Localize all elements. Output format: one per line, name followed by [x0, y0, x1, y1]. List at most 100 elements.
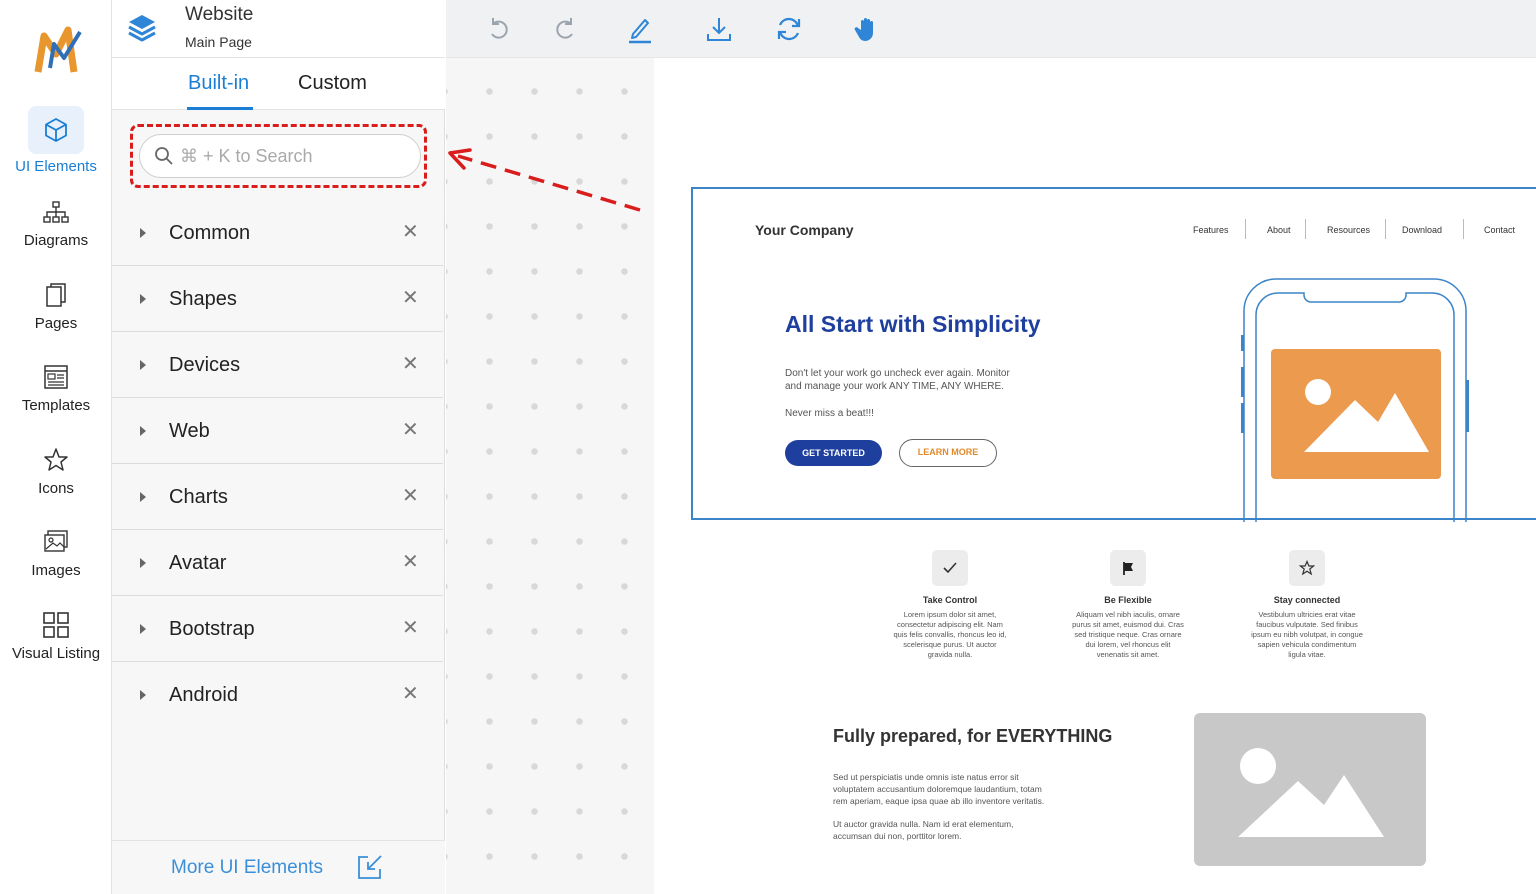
rail-label: Templates — [21, 397, 91, 414]
rail-item-pages[interactable]: Pages — [0, 281, 112, 332]
left-rail: UI Elements Diagrams Pages Templates Ico… — [0, 0, 112, 894]
mock-feature-stay-connected: Stay connected Vestibulum ultricies erat… — [1247, 550, 1367, 660]
mock-nav-item[interactable]: Features — [1193, 225, 1229, 235]
mock-get-started-button[interactable]: GET STARTED — [785, 440, 882, 466]
category-label: Shapes — [169, 288, 237, 310]
category-shapes[interactable]: Shapes ✕ — [112, 266, 443, 332]
sitemap-icon — [43, 201, 69, 223]
close-icon[interactable]: ✕ — [402, 288, 419, 308]
search-input[interactable] — [180, 143, 410, 169]
mock-brand: Your Company — [755, 222, 854, 238]
feature-title: Stay connected — [1273, 595, 1341, 605]
mock-section-paragraph: Sed ut perspiciatis unde omnis iste natu… — [833, 772, 1045, 806]
category-charts[interactable]: Charts ✕ — [112, 464, 443, 530]
feature-text: Aliquam vel nibh iaculis, ornare purus si… — [1072, 610, 1184, 659]
category-label: Charts — [169, 486, 228, 508]
close-icon[interactable]: ✕ — [402, 618, 419, 638]
download-icon[interactable] — [704, 14, 734, 44]
rail-item-visual-listing[interactable]: Visual Listing — [0, 611, 112, 662]
category-bootstrap[interactable]: Bootstrap ✕ — [112, 596, 443, 662]
rail-item-icons[interactable]: Icons — [0, 446, 112, 497]
star-outline-icon — [1289, 550, 1325, 586]
mock-nav-item[interactable]: Resources — [1327, 225, 1370, 235]
category-android[interactable]: Android ✕ — [112, 662, 443, 728]
category-avatar[interactable]: Avatar ✕ — [112, 530, 443, 596]
category-label: Devices — [169, 354, 241, 376]
template-icon — [44, 365, 68, 389]
undo-icon[interactable] — [484, 14, 514, 44]
mock-hero-section[interactable]: Your Company Features About Resources Do… — [691, 187, 1536, 522]
rail-item-diagrams[interactable]: Diagrams — [0, 198, 112, 249]
app-logo[interactable] — [34, 24, 88, 76]
panel-footer: More UI Elements — [112, 840, 445, 894]
mock-nav-item[interactable]: Contact — [1484, 225, 1515, 235]
expand-caret-icon — [140, 426, 146, 436]
mock-hero-text: Don't let your work go uncheck ever agai… — [785, 368, 1010, 379]
category-web[interactable]: Web ✕ — [112, 398, 443, 464]
expand-caret-icon — [140, 360, 146, 370]
feature-title: Be Flexible — [1104, 595, 1152, 605]
flag-icon — [1110, 550, 1146, 586]
annotation-arrow — [448, 148, 641, 212]
star-icon — [44, 448, 68, 471]
category-common[interactable]: Common ✕ — [112, 200, 443, 266]
mock-hero-text: Never miss a beat!!! — [785, 408, 874, 419]
rail-item-ui-elements[interactable]: UI Elements — [0, 106, 112, 175]
close-icon[interactable]: ✕ — [402, 486, 419, 506]
expand-caret-icon — [140, 558, 146, 568]
rail-label: Icons — [38, 480, 74, 497]
elements-panel: Website Main Page Built-in Custom Common… — [112, 0, 445, 894]
rail-label: Visual Listing — [11, 645, 101, 662]
close-icon[interactable]: ✕ — [402, 420, 419, 440]
cube-icon — [45, 118, 67, 142]
search-highlight — [130, 124, 427, 188]
mock-section-title: Fully prepared, for EVERYTHING — [833, 726, 1113, 746]
rail-item-images[interactable]: Images — [0, 528, 112, 579]
category-label: Android — [169, 684, 238, 706]
tab-custom[interactable]: Custom — [298, 72, 367, 95]
nav-divider — [1385, 219, 1386, 239]
expand-caret-icon — [140, 624, 146, 634]
panel-tabs: Built-in Custom — [112, 58, 445, 110]
mock-nav-item[interactable]: Download — [1402, 225, 1442, 235]
pen-icon[interactable] — [625, 14, 655, 44]
category-devices[interactable]: Devices ✕ — [112, 332, 443, 398]
check-icon — [932, 550, 968, 586]
nav-divider — [1245, 219, 1246, 239]
mock-hero-title: All Start with Simplicity — [785, 311, 1041, 337]
hand-icon[interactable] — [852, 14, 882, 44]
close-icon[interactable]: ✕ — [402, 684, 419, 704]
redo-icon[interactable] — [550, 14, 580, 44]
canvas-toolbar — [446, 0, 1536, 58]
search-box[interactable] — [139, 134, 421, 178]
rail-item-templates[interactable]: Templates — [0, 363, 112, 414]
expand-caret-icon — [140, 690, 146, 700]
close-icon[interactable]: ✕ — [402, 552, 419, 572]
external-link-icon[interactable] — [356, 853, 384, 881]
layers-icon — [128, 15, 156, 42]
project-header: Website Main Page — [112, 0, 445, 58]
refresh-icon[interactable] — [774, 14, 804, 44]
pages-icon — [46, 283, 66, 307]
mock-nav-item[interactable]: About — [1267, 225, 1291, 235]
rail-label: UI Elements — [15, 158, 97, 175]
mock-learn-more-button[interactable]: LEARN MORE — [899, 439, 997, 467]
close-icon[interactable]: ✕ — [402, 222, 419, 242]
feature-text: Vestibulum ultricies erat vitae faucibus … — [1251, 610, 1363, 659]
close-icon[interactable]: ✕ — [402, 354, 419, 374]
nav-divider — [1463, 219, 1464, 239]
search-icon — [155, 147, 173, 165]
page-name[interactable]: Main Page — [185, 34, 252, 50]
mock-section-paragraph: Ut auctor gravida nulla. Nam id erat ele… — [833, 819, 1014, 841]
feature-text: Lorem ipsum dolor sit amet, consectetur a… — [893, 610, 1007, 659]
more-ui-elements-link[interactable]: More UI Elements — [171, 857, 323, 879]
expand-caret-icon — [140, 492, 146, 502]
images-icon — [44, 530, 68, 552]
tab-built-in[interactable]: Built-in — [188, 72, 249, 95]
expand-caret-icon — [140, 294, 146, 304]
mock-feature-take-control: Take Control Lorem ipsum dolor sit amet,… — [890, 550, 1010, 660]
project-title: Website — [185, 4, 254, 25]
mock-hero-text: and manage your work ANY TIME, ANY WHERE… — [785, 381, 1004, 392]
mock-feature-be-flexible: Be Flexible Aliquam vel nibh iaculis, or… — [1068, 550, 1188, 660]
rail-label: Diagrams — [23, 232, 89, 249]
